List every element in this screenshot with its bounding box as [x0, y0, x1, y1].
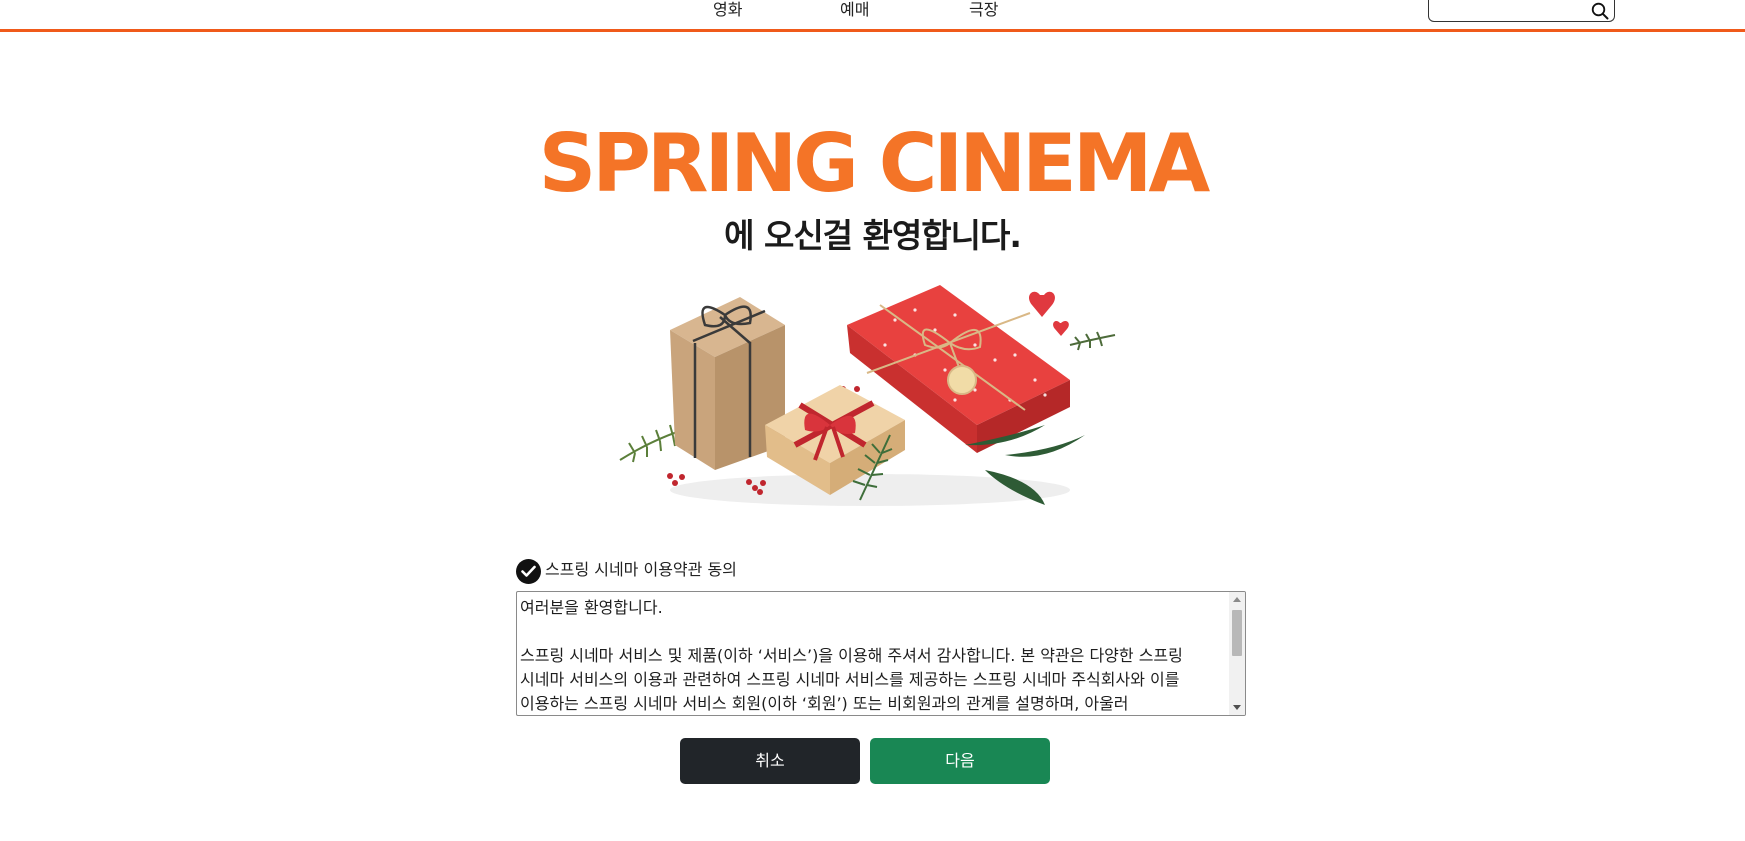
search-input[interactable] — [1433, 1, 1583, 19]
gift-boxes-illustration — [619, 285, 1116, 506]
top-navigation-bar: 영화 예매 극장 — [0, 0, 1745, 32]
search-icon[interactable] — [1590, 1, 1610, 21]
terms-textarea[interactable]: 여러분을 환영합니다. 스프링 시네마 서비스 및 제품(이하 ‘서비스’)을 … — [516, 591, 1246, 716]
welcome-subtitle: 에 오신걸 환영합니다. — [724, 216, 1022, 255]
terms-agree-label[interactable]: 스프링 시네마 이용약관 동의 — [545, 559, 737, 581]
checkmark-icon — [521, 565, 536, 577]
scroll-down-arrow-icon[interactable] — [1233, 705, 1241, 710]
terms-scrollbar[interactable] — [1229, 592, 1245, 715]
brand-title: SPRING CINEMA — [538, 117, 1211, 210]
scroll-up-arrow-icon[interactable] — [1233, 597, 1241, 602]
next-button[interactable]: 다음 — [870, 738, 1050, 784]
nav-booking[interactable]: 예매 — [840, 0, 869, 20]
terms-content: 여러분을 환영합니다. 스프링 시네마 서비스 및 제품(이하 ‘서비스’)을 … — [520, 598, 1183, 713]
terms-agree-checkbox[interactable] — [516, 559, 541, 584]
nav-theater[interactable]: 극장 — [969, 0, 998, 20]
cancel-button[interactable]: 취소 — [680, 738, 860, 784]
nav-movie[interactable]: 영화 — [713, 0, 742, 20]
search-box — [1428, 0, 1615, 22]
scrollbar-thumb[interactable] — [1232, 610, 1242, 656]
